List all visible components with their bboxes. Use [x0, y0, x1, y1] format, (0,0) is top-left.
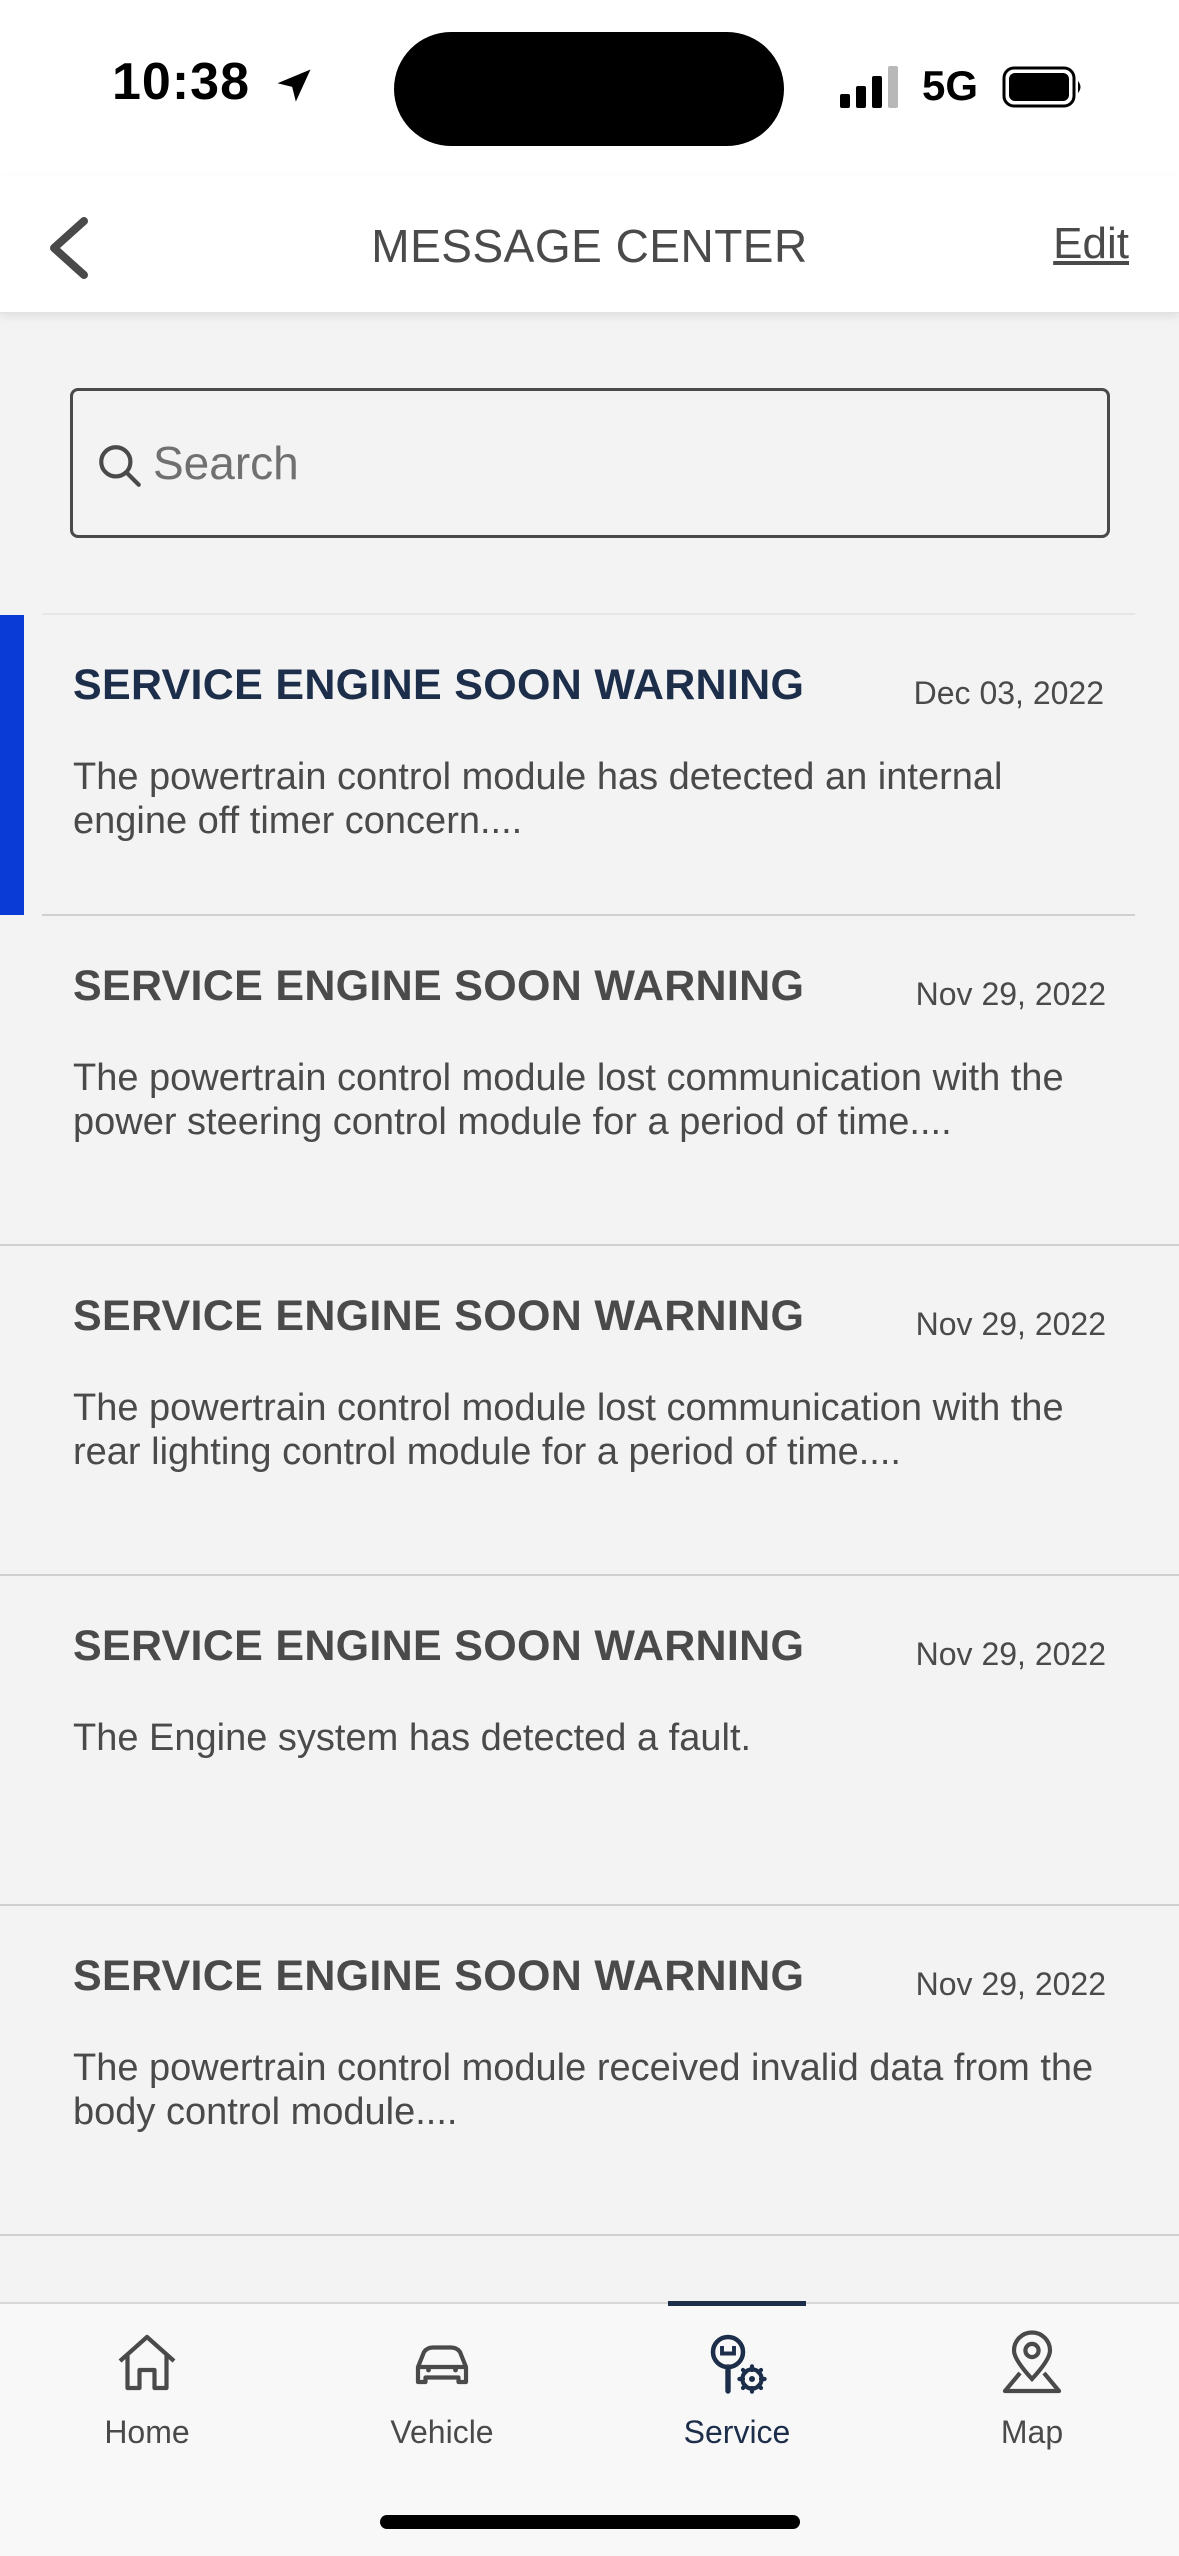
tab-service[interactable]: Service	[637, 2304, 837, 2464]
tab-home[interactable]: Home	[47, 2304, 247, 2464]
message-item[interactable]: SERVICE ENGINE SOON WARNING Nov 29, 2022…	[0, 1576, 1179, 1906]
message-preview: The Engine system has detected a fault.	[73, 1717, 752, 1759]
message-title: SERVICE ENGINE SOON WARNING	[73, 1952, 805, 2000]
cellular-signal-icon	[840, 66, 898, 108]
message-title: SERVICE ENGINE SOON WARNING	[73, 1622, 805, 1670]
status-bar: 10:38 5G	[0, 0, 1179, 175]
status-time: 10:38	[112, 53, 250, 111]
message-preview: The powertrain control module lost commu…	[73, 1057, 1064, 1143]
message-title: SERVICE ENGINE SOON WARNING	[73, 962, 805, 1010]
edit-button[interactable]: Edit	[1053, 219, 1129, 269]
network-type: 5G	[922, 62, 979, 109]
tab-label: Service	[683, 2414, 791, 2450]
search-input[interactable]	[153, 391, 1093, 535]
tab-label: Vehicle	[390, 2414, 494, 2450]
map-pin-icon	[1002, 2330, 1062, 2394]
nav-header: MESSAGE CENTER Edit	[0, 175, 1179, 313]
message-date: Nov 29, 2022	[915, 1306, 1106, 1342]
message-date: Nov 29, 2022	[915, 1966, 1106, 2002]
search-field[interactable]	[70, 388, 1110, 538]
message-item[interactable]: SERVICE ENGINE SOON WARNING Dec 03, 2022…	[0, 613, 1135, 916]
service-icon	[710, 2334, 767, 2394]
tab-vehicle[interactable]: Vehicle	[342, 2304, 542, 2464]
home-indicator[interactable]	[380, 2515, 800, 2529]
car-icon	[415, 2345, 469, 2385]
message-date: Dec 03, 2022	[913, 675, 1104, 711]
message-preview: The powertrain control module lost commu…	[73, 1387, 1064, 1473]
tab-label: Home	[104, 2414, 190, 2450]
tab-map[interactable]: Map	[932, 2304, 1132, 2464]
message-title: SERVICE ENGINE SOON WARNING	[73, 1292, 805, 1340]
home-icon	[118, 2334, 176, 2391]
tab-label: Map	[1000, 2414, 1064, 2450]
message-preview: The powertrain control module has detect…	[73, 756, 1003, 842]
battery-icon	[1002, 66, 1081, 108]
message-date: Nov 29, 2022	[915, 1636, 1106, 1672]
message-item[interactable]: SERVICE ENGINE SOON WARNING Nov 29, 2022…	[0, 1906, 1179, 2236]
unread-indicator	[0, 615, 24, 915]
message-preview: The powertrain control module received i…	[73, 2047, 1094, 2133]
page-title: MESSAGE CENTER	[371, 220, 808, 272]
location-arrow-icon	[277, 69, 311, 102]
message-title: SERVICE ENGINE SOON WARNING	[73, 661, 805, 709]
message-item[interactable]: SERVICE ENGINE SOON WARNING Nov 29, 2022…	[0, 916, 1179, 1246]
message-list: SERVICE ENGINE SOON WARNING Dec 03, 2022…	[0, 613, 1179, 2236]
message-item[interactable]: SERVICE ENGINE SOON WARNING Nov 29, 2022…	[0, 1246, 1179, 1576]
search-icon	[99, 445, 141, 487]
dynamic-island	[394, 32, 784, 146]
message-date: Nov 29, 2022	[915, 976, 1106, 1012]
